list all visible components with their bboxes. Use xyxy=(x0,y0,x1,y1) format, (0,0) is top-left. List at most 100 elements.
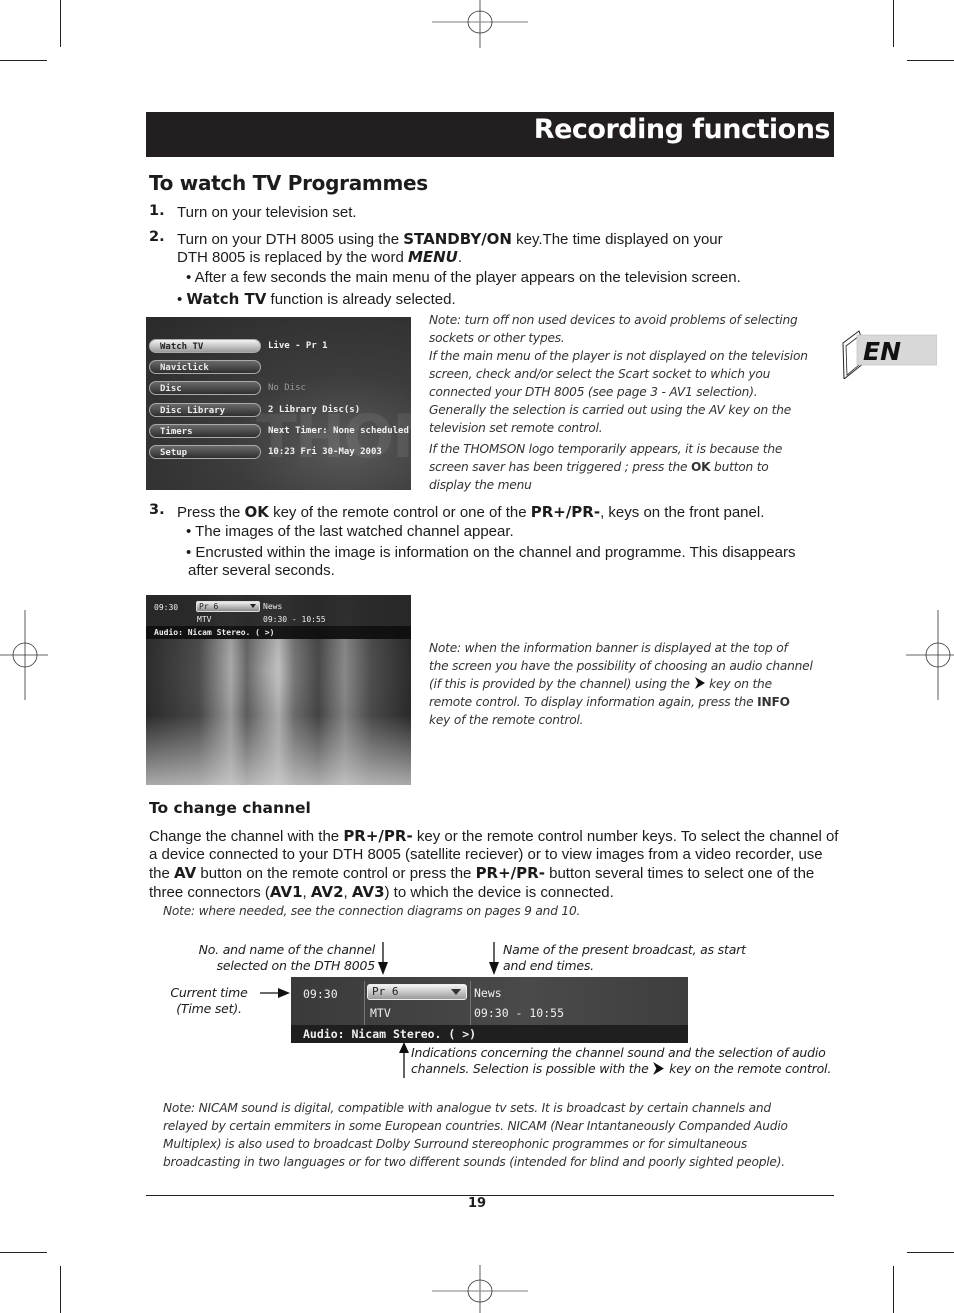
crop-mark xyxy=(907,60,954,61)
banner-channel-dropdown: Pr 6 xyxy=(367,984,467,1000)
arrow-down-icon xyxy=(489,942,499,975)
text: , xyxy=(343,884,352,901)
banner-audio: Audio: Nicam Stereo. ( >) xyxy=(291,1025,688,1043)
step-number: 3. xyxy=(149,502,165,518)
note-line: relayed by certain emmiters in some Euro… xyxy=(163,1119,788,1133)
banner-time: 09:30 xyxy=(303,987,338,1001)
text: , keys on the front panel. xyxy=(600,504,765,521)
language-tab-en: EN xyxy=(842,330,937,379)
note-line: screen, check and/or select the Scart so… xyxy=(429,367,771,381)
watch-tv-label: Watch TV xyxy=(186,290,267,308)
text: key on the remote control. xyxy=(665,1061,832,1076)
banner-programme-times: 09:30 - 10:55 xyxy=(263,615,326,624)
banner-audio: Audio: Nicam Stereo. ( >) xyxy=(146,626,411,639)
key-ok: OK xyxy=(244,503,269,521)
registration-mark-icon xyxy=(906,610,954,700)
note-line: (if this is provided by the channel) usi… xyxy=(429,675,829,693)
step-number: 2. xyxy=(149,229,165,245)
note-line: screen saver has been triggered ; press … xyxy=(429,458,829,476)
bullet: • xyxy=(177,291,187,308)
annotation-line: Indications concerning the channel sound… xyxy=(411,1045,826,1060)
annotation-line: (Time set). xyxy=(176,1001,242,1016)
text: . xyxy=(457,249,463,266)
step-number: 1. xyxy=(149,203,165,219)
key-label: AV1 xyxy=(269,883,303,901)
key-label: PR+/PR- xyxy=(343,827,413,845)
key-pr: PR+/PR- xyxy=(530,503,601,521)
tv-menu-item-value: No Disc xyxy=(268,383,306,394)
tv-menu-item-value: 10:23 Fri 30-May 2003 xyxy=(268,447,382,457)
note-main-menu: Note: turn off non used devices to avoid… xyxy=(429,311,829,494)
key-label: AV3 xyxy=(351,883,385,901)
separator xyxy=(470,981,471,1025)
chapter-header-bar: Recording functions xyxy=(146,112,834,157)
arrow-right-icon xyxy=(260,988,290,998)
text: Change the channel with the xyxy=(149,828,344,845)
step-2-bullet: • Watch TV function is already selected. xyxy=(177,290,456,309)
arrow-up-icon xyxy=(399,1042,409,1078)
text: screen saver has been triggered ; press … xyxy=(429,460,691,474)
tv-main-menu-screenshot: THOMSON Watch TVLive - Pr 1NaviclickDisc… xyxy=(146,317,411,490)
crop-mark xyxy=(60,1266,61,1313)
arrow-down-icon xyxy=(378,942,388,975)
change-channel-paragraph: Change the channel with the PR+/PR- key … xyxy=(149,827,839,902)
banner-time: 09:30 xyxy=(154,603,179,612)
tv-channel-screenshot: 09:30 Pr 6 MTV News 09:30 - 10:55 Audio:… xyxy=(146,595,411,785)
tv-menu-item-value: 2 Library Disc(s) xyxy=(268,404,361,415)
text: ) to which the device is connected. xyxy=(384,884,614,901)
note-line: television set remote control. xyxy=(429,421,603,435)
dropdown-arrow-icon xyxy=(250,604,256,608)
dropdown-arrow-icon xyxy=(451,989,461,995)
note-line: display the menu xyxy=(429,478,532,492)
text: key.The time displayed on your xyxy=(511,231,723,248)
note-line: Multiplex) is also used to broadcast Dol… xyxy=(163,1137,748,1151)
banner-channel-name: MTV xyxy=(370,1006,391,1020)
registration-mark-icon xyxy=(0,610,48,700)
tv-menu-item: Setup xyxy=(149,445,261,459)
key-label: AV xyxy=(174,864,197,882)
step-3-bullet: • The images of the last watched channel… xyxy=(186,523,514,540)
key-standby-on: STANDBY/ON xyxy=(403,230,512,248)
tv-menu-item-value: Live - Pr 1 xyxy=(268,341,328,351)
tv-menu-item: Naviclick xyxy=(149,360,261,375)
language-label: EN xyxy=(863,337,901,366)
note-line: connected your DTH 8005 (see page 3 - AV… xyxy=(429,385,758,399)
info-banner-diagram: 09:30 Pr 6 MTV News 09:30 - 10:55 Audio:… xyxy=(291,977,688,1043)
channel-number: Pr 6 xyxy=(372,985,399,998)
note-connection-diagrams: Note: where needed, see the connection d… xyxy=(163,904,581,918)
separator xyxy=(364,981,365,1025)
annotation-line: Current time xyxy=(170,985,248,1000)
section-title-watch-tv: To watch TV Programmes xyxy=(149,171,428,195)
text: Turn on your DTH 8005 using the xyxy=(177,231,404,248)
tv-menu-item: Disc Library xyxy=(149,402,261,417)
video-image-fog xyxy=(146,715,411,785)
text: DTH 8005 is replaced by the word xyxy=(177,249,408,266)
text: (if this is provided by the channel) usi… xyxy=(429,677,694,691)
text: function is already selected. xyxy=(266,291,456,308)
crop-mark xyxy=(0,60,47,61)
crop-mark xyxy=(893,1266,894,1313)
step-3-bullet-cont: after several seconds. xyxy=(188,562,335,579)
crop-mark xyxy=(60,0,61,47)
info-banner: 09:30 Pr 6 MTV News 09:30 - 10:55 xyxy=(146,595,411,626)
banner-channel-dropdown: Pr 6 xyxy=(196,601,260,612)
registration-mark-icon xyxy=(432,0,528,48)
annotation-channel: No. and name of the channel selected on … xyxy=(150,942,376,974)
step-3-bullet: • Encrusted within the image is informat… xyxy=(186,544,796,561)
text: Press the xyxy=(177,504,245,521)
annotation-line: selected on the DTH 8005 xyxy=(216,958,376,973)
annotation-line: Name of the present broadcast, as start xyxy=(503,942,746,957)
annotation-broadcast: Name of the present broadcast, as start … xyxy=(503,942,746,974)
channel-number: Pr 6 xyxy=(199,602,219,611)
note-line: Note: turn off non used devices to avoid… xyxy=(429,313,798,327)
step-1-text: Turn on your television set. xyxy=(177,204,357,221)
tv-menu-item: Disc xyxy=(149,381,261,396)
note-line: broadcasting in two languages or for two… xyxy=(163,1155,785,1169)
annotation-line: and end times. xyxy=(503,958,594,973)
right-arrow-key-icon xyxy=(653,1062,665,1075)
text: button to xyxy=(710,460,769,474)
crop-mark xyxy=(0,1252,47,1253)
chapter-title: Recording functions xyxy=(533,114,831,145)
section-title-change-channel: To change channel xyxy=(149,799,311,817)
note-line: Generally the selection is carried out u… xyxy=(429,403,792,417)
